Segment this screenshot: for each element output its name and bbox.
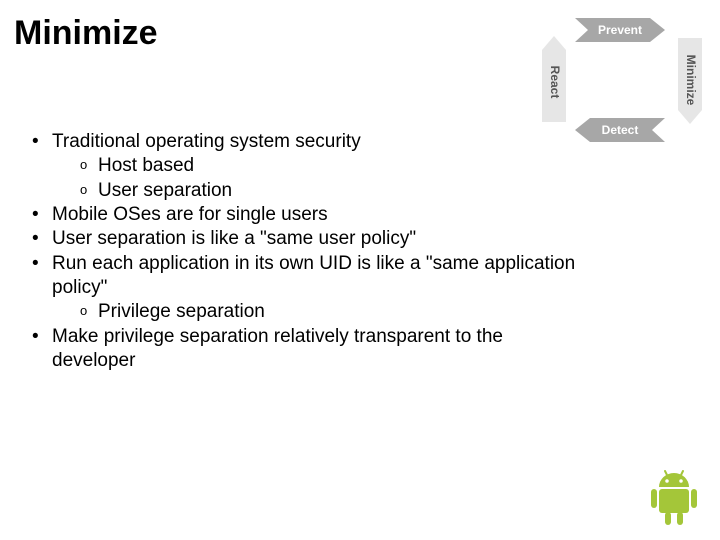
arrow-detect: Detect	[575, 118, 665, 142]
arrow-minimize-label: Minimize	[684, 55, 698, 106]
sub-bullet-text: Host based	[98, 155, 194, 176]
slide-title: Minimize	[14, 14, 158, 53]
list-item: User separation	[80, 179, 588, 203]
arrow-minimize: Minimize	[678, 38, 702, 124]
list-item: Mobile OSes are for single users	[28, 203, 588, 227]
bullet-text: Mobile OSes are for single users	[52, 204, 328, 225]
arrow-detect-label: Detect	[602, 123, 639, 137]
arrow-prevent: Prevent	[575, 18, 665, 42]
bullet-text: Traditional operating system security	[52, 131, 361, 152]
bullet-list: Traditional operating system security Ho…	[28, 130, 588, 373]
arrow-react-label: React	[548, 66, 562, 99]
list-item: Run each application in its own UID is l…	[28, 252, 588, 325]
arrow-prevent-label: Prevent	[598, 23, 642, 37]
list-item: Host based	[80, 154, 588, 178]
android-logo-icon	[648, 468, 700, 528]
list-item: Traditional operating system security Ho…	[28, 130, 588, 203]
slide-body: Traditional operating system security Ho…	[28, 130, 588, 373]
cycle-diagram: Prevent Minimize Detect React	[530, 10, 710, 150]
bullet-text: User separation is like a "same user pol…	[52, 228, 416, 249]
list-item: Privilege separation	[80, 300, 588, 324]
sub-bullet-text: User separation	[98, 180, 232, 201]
arrow-react: React	[542, 36, 566, 122]
list-item: User separation is like a "same user pol…	[28, 227, 588, 251]
bullet-text: Make privilege separation relatively tra…	[52, 326, 503, 371]
list-item: Make privilege separation relatively tra…	[28, 325, 588, 374]
bullet-text: Run each application in its own UID is l…	[52, 253, 575, 298]
sub-bullet-text: Privilege separation	[98, 301, 265, 322]
